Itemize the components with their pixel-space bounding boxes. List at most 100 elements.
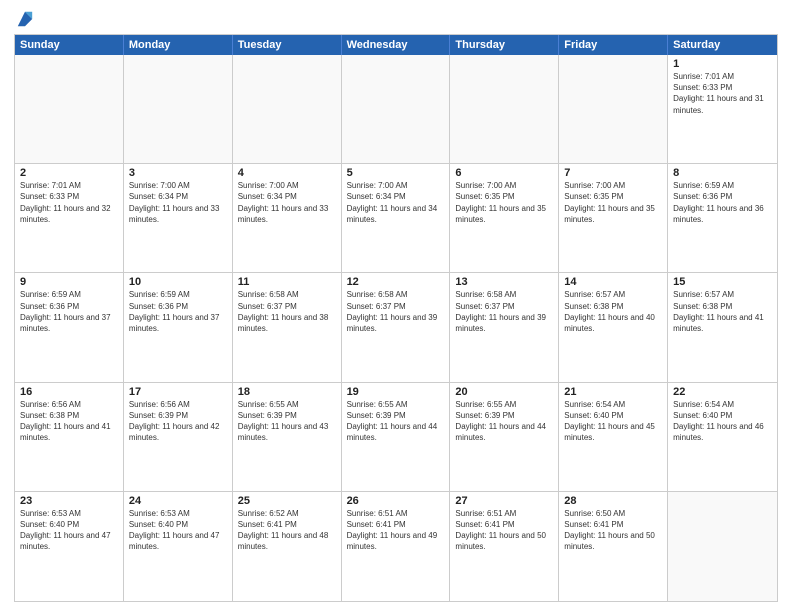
cell-info: Sunrise: 7:01 AM Sunset: 6:33 PM Dayligh…	[20, 180, 118, 225]
calendar-cell: 26Sunrise: 6:51 AM Sunset: 6:41 PM Dayli…	[342, 492, 451, 601]
header-day-tuesday: Tuesday	[233, 35, 342, 55]
cell-info: Sunrise: 6:54 AM Sunset: 6:40 PM Dayligh…	[673, 399, 772, 444]
day-number: 19	[347, 386, 445, 398]
cell-info: Sunrise: 7:00 AM Sunset: 6:35 PM Dayligh…	[564, 180, 662, 225]
calendar-cell: 17Sunrise: 6:56 AM Sunset: 6:39 PM Dayli…	[124, 383, 233, 491]
calendar-cell: 20Sunrise: 6:55 AM Sunset: 6:39 PM Dayli…	[450, 383, 559, 491]
calendar-cell: 16Sunrise: 6:56 AM Sunset: 6:38 PM Dayli…	[15, 383, 124, 491]
header-day-wednesday: Wednesday	[342, 35, 451, 55]
calendar-body: 1Sunrise: 7:01 AM Sunset: 6:33 PM Daylig…	[15, 55, 777, 601]
cell-info: Sunrise: 7:00 AM Sunset: 6:35 PM Dayligh…	[455, 180, 553, 225]
calendar-header: SundayMondayTuesdayWednesdayThursdayFrid…	[15, 35, 777, 55]
cell-info: Sunrise: 7:00 AM Sunset: 6:34 PM Dayligh…	[238, 180, 336, 225]
day-number: 8	[673, 167, 772, 179]
cell-info: Sunrise: 6:54 AM Sunset: 6:40 PM Dayligh…	[564, 399, 662, 444]
cell-info: Sunrise: 6:52 AM Sunset: 6:41 PM Dayligh…	[238, 508, 336, 553]
logo	[14, 10, 34, 28]
day-number: 14	[564, 276, 662, 288]
cell-info: Sunrise: 6:57 AM Sunset: 6:38 PM Dayligh…	[673, 289, 772, 334]
day-number: 12	[347, 276, 445, 288]
cell-info: Sunrise: 7:01 AM Sunset: 6:33 PM Dayligh…	[673, 71, 772, 116]
cell-info: Sunrise: 6:56 AM Sunset: 6:38 PM Dayligh…	[20, 399, 118, 444]
cell-info: Sunrise: 6:58 AM Sunset: 6:37 PM Dayligh…	[455, 289, 553, 334]
calendar-cell: 18Sunrise: 6:55 AM Sunset: 6:39 PM Dayli…	[233, 383, 342, 491]
calendar-cell: 13Sunrise: 6:58 AM Sunset: 6:37 PM Dayli…	[450, 273, 559, 381]
calendar-cell: 22Sunrise: 6:54 AM Sunset: 6:40 PM Dayli…	[668, 383, 777, 491]
header-day-saturday: Saturday	[668, 35, 777, 55]
calendar-cell: 4Sunrise: 7:00 AM Sunset: 6:34 PM Daylig…	[233, 164, 342, 272]
calendar-cell: 11Sunrise: 6:58 AM Sunset: 6:37 PM Dayli…	[233, 273, 342, 381]
calendar-cell	[124, 55, 233, 163]
calendar-cell: 27Sunrise: 6:51 AM Sunset: 6:41 PM Dayli…	[450, 492, 559, 601]
calendar-row-2: 9Sunrise: 6:59 AM Sunset: 6:36 PM Daylig…	[15, 273, 777, 382]
cell-info: Sunrise: 6:53 AM Sunset: 6:40 PM Dayligh…	[20, 508, 118, 553]
cell-info: Sunrise: 6:58 AM Sunset: 6:37 PM Dayligh…	[238, 289, 336, 334]
calendar-cell: 15Sunrise: 6:57 AM Sunset: 6:38 PM Dayli…	[668, 273, 777, 381]
day-number: 6	[455, 167, 553, 179]
day-number: 7	[564, 167, 662, 179]
cell-info: Sunrise: 7:00 AM Sunset: 6:34 PM Dayligh…	[129, 180, 227, 225]
calendar-cell: 23Sunrise: 6:53 AM Sunset: 6:40 PM Dayli…	[15, 492, 124, 601]
cell-info: Sunrise: 6:58 AM Sunset: 6:37 PM Dayligh…	[347, 289, 445, 334]
cell-info: Sunrise: 6:51 AM Sunset: 6:41 PM Dayligh…	[347, 508, 445, 553]
day-number: 25	[238, 495, 336, 507]
cell-info: Sunrise: 6:59 AM Sunset: 6:36 PM Dayligh…	[129, 289, 227, 334]
header-day-monday: Monday	[124, 35, 233, 55]
calendar-cell: 25Sunrise: 6:52 AM Sunset: 6:41 PM Dayli…	[233, 492, 342, 601]
day-number: 1	[673, 58, 772, 70]
calendar-cell: 12Sunrise: 6:58 AM Sunset: 6:37 PM Dayli…	[342, 273, 451, 381]
day-number: 17	[129, 386, 227, 398]
day-number: 15	[673, 276, 772, 288]
calendar-cell: 14Sunrise: 6:57 AM Sunset: 6:38 PM Dayli…	[559, 273, 668, 381]
calendar-cell: 28Sunrise: 6:50 AM Sunset: 6:41 PM Dayli…	[559, 492, 668, 601]
header	[14, 10, 778, 28]
day-number: 5	[347, 167, 445, 179]
calendar-row-0: 1Sunrise: 7:01 AM Sunset: 6:33 PM Daylig…	[15, 55, 777, 164]
calendar-cell	[342, 55, 451, 163]
calendar-cell	[450, 55, 559, 163]
day-number: 11	[238, 276, 336, 288]
calendar-row-1: 2Sunrise: 7:01 AM Sunset: 6:33 PM Daylig…	[15, 164, 777, 273]
calendar-cell: 7Sunrise: 7:00 AM Sunset: 6:35 PM Daylig…	[559, 164, 668, 272]
cell-info: Sunrise: 6:57 AM Sunset: 6:38 PM Dayligh…	[564, 289, 662, 334]
day-number: 20	[455, 386, 553, 398]
day-number: 4	[238, 167, 336, 179]
header-day-friday: Friday	[559, 35, 668, 55]
cell-info: Sunrise: 6:50 AM Sunset: 6:41 PM Dayligh…	[564, 508, 662, 553]
calendar-cell	[559, 55, 668, 163]
calendar-cell: 24Sunrise: 6:53 AM Sunset: 6:40 PM Dayli…	[124, 492, 233, 601]
calendar-row-4: 23Sunrise: 6:53 AM Sunset: 6:40 PM Dayli…	[15, 492, 777, 601]
calendar-cell	[15, 55, 124, 163]
cell-info: Sunrise: 6:59 AM Sunset: 6:36 PM Dayligh…	[673, 180, 772, 225]
day-number: 9	[20, 276, 118, 288]
cell-info: Sunrise: 6:55 AM Sunset: 6:39 PM Dayligh…	[455, 399, 553, 444]
cell-info: Sunrise: 6:56 AM Sunset: 6:39 PM Dayligh…	[129, 399, 227, 444]
day-number: 27	[455, 495, 553, 507]
calendar-cell: 21Sunrise: 6:54 AM Sunset: 6:40 PM Dayli…	[559, 383, 668, 491]
day-number: 24	[129, 495, 227, 507]
calendar-cell: 6Sunrise: 7:00 AM Sunset: 6:35 PM Daylig…	[450, 164, 559, 272]
header-day-sunday: Sunday	[15, 35, 124, 55]
calendar-cell: 1Sunrise: 7:01 AM Sunset: 6:33 PM Daylig…	[668, 55, 777, 163]
page: SundayMondayTuesdayWednesdayThursdayFrid…	[0, 0, 792, 612]
cell-info: Sunrise: 6:59 AM Sunset: 6:36 PM Dayligh…	[20, 289, 118, 334]
day-number: 10	[129, 276, 227, 288]
calendar-cell: 2Sunrise: 7:01 AM Sunset: 6:33 PM Daylig…	[15, 164, 124, 272]
day-number: 26	[347, 495, 445, 507]
calendar-row-3: 16Sunrise: 6:56 AM Sunset: 6:38 PM Dayli…	[15, 383, 777, 492]
cell-info: Sunrise: 6:55 AM Sunset: 6:39 PM Dayligh…	[238, 399, 336, 444]
day-number: 18	[238, 386, 336, 398]
day-number: 23	[20, 495, 118, 507]
logo-icon	[16, 10, 34, 28]
calendar-cell: 10Sunrise: 6:59 AM Sunset: 6:36 PM Dayli…	[124, 273, 233, 381]
day-number: 28	[564, 495, 662, 507]
day-number: 21	[564, 386, 662, 398]
day-number: 3	[129, 167, 227, 179]
calendar-cell: 8Sunrise: 6:59 AM Sunset: 6:36 PM Daylig…	[668, 164, 777, 272]
calendar-cell: 19Sunrise: 6:55 AM Sunset: 6:39 PM Dayli…	[342, 383, 451, 491]
day-number: 13	[455, 276, 553, 288]
calendar-cell	[233, 55, 342, 163]
cell-info: Sunrise: 6:55 AM Sunset: 6:39 PM Dayligh…	[347, 399, 445, 444]
calendar-cell: 5Sunrise: 7:00 AM Sunset: 6:34 PM Daylig…	[342, 164, 451, 272]
header-day-thursday: Thursday	[450, 35, 559, 55]
